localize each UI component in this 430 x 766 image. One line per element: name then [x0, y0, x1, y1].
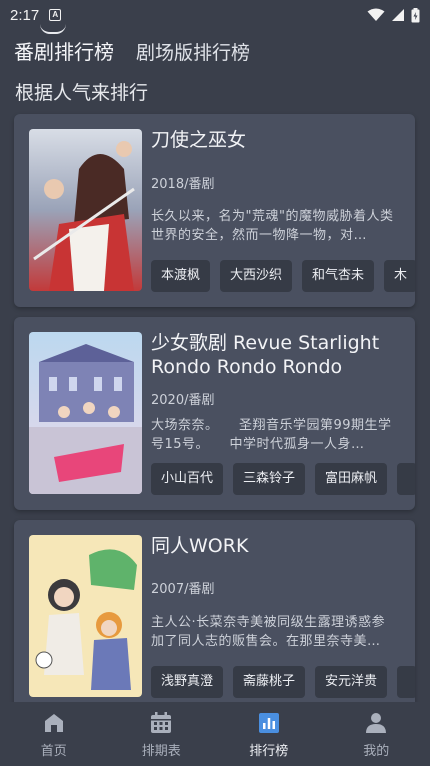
nav-home[interactable]: 首页	[0, 702, 108, 766]
nav-label: 排期表	[141, 744, 181, 759]
anime-title[interactable]: 刀使之巫女	[151, 128, 401, 152]
anime-year-type: 2020/番剧	[151, 393, 215, 408]
nav-schedule[interactable]: 排期表	[108, 702, 216, 766]
cast-list: 浅野真澄 斋藤桃子 安元洋贵	[151, 666, 415, 698]
cast-chip[interactable]: 三森铃子	[233, 463, 306, 495]
anime-title[interactable]: 同人WORK	[151, 534, 401, 558]
page-subtitle: 根据人气来排行	[15, 82, 149, 104]
nav-label: 首页	[40, 744, 67, 759]
anime-card[interactable]: 刀使之巫女 2018/番剧 长久以来，名为"荒魂"的魔物威胁着人类世界的安全，然…	[14, 114, 415, 307]
nav-profile[interactable]: 我的	[323, 702, 430, 766]
anime-card[interactable]: 少女歌剧 Revue Starlight Rondo Rondo Rondo 2…	[14, 317, 415, 510]
cast-chip[interactable]: 木	[384, 260, 415, 292]
ranking-tabs: 番剧排行榜 剧场版排行榜	[14, 36, 250, 65]
notification-icon: A	[49, 9, 62, 21]
nav-label: 排行榜	[249, 744, 289, 759]
anime-card[interactable]: 同人WORK 2007/番剧 主人公·长菜奈寺美被同级生露理诱惑参加了同人志的贩…	[14, 520, 415, 713]
cast-chip[interactable]: 安元洋贵	[315, 666, 388, 698]
cast-list: 小山百代 三森铃子 富田麻帆	[151, 463, 415, 495]
cast-chip[interactable]: 本渡枫	[151, 260, 211, 292]
cast-chip[interactable]	[397, 666, 415, 698]
cast-chip[interactable]: 富田麻帆	[315, 463, 388, 495]
cast-chip[interactable]	[397, 463, 415, 495]
nav-label: 我的	[363, 744, 390, 759]
cast-chip[interactable]: 大西沙织	[220, 260, 293, 292]
profile-icon	[363, 710, 389, 736]
battery-icon	[411, 7, 420, 22]
home-icon	[41, 710, 67, 736]
tab-anime-ranking[interactable]: 番剧排行榜	[14, 36, 114, 65]
tab-movie-ranking[interactable]: 剧场版排行榜	[136, 38, 250, 65]
signal-icon	[392, 9, 404, 21]
cast-list: 本渡枫 大西沙织 和气杏未 木	[151, 260, 415, 292]
anime-year-type: 2007/番剧	[151, 582, 215, 597]
wifi-icon	[367, 8, 385, 21]
anime-poster[interactable]	[29, 332, 142, 494]
anime-poster[interactable]	[29, 129, 142, 291]
ranking-icon	[256, 710, 282, 736]
status-time: 2:17	[10, 6, 40, 24]
nav-ranking[interactable]: 排行榜	[215, 702, 323, 766]
anime-year-type: 2018/番剧	[151, 177, 215, 192]
anime-title[interactable]: 少女歌剧 Revue Starlight Rondo Rondo Rondo	[151, 331, 401, 379]
cast-chip[interactable]: 斋藤桃子	[233, 666, 306, 698]
calendar-icon	[148, 710, 174, 736]
anime-description: 主人公·长菜奈寺美被同级生露理诱惑参加了同人志的贩售会。在那里奈寺美…	[151, 615, 386, 649]
anime-poster[interactable]	[29, 535, 142, 697]
cast-chip[interactable]: 浅野真澄	[151, 666, 224, 698]
cast-chip[interactable]: 和气杏未	[302, 260, 375, 292]
bottom-navigation: 首页 排期表 排行榜 我的	[0, 702, 430, 766]
tab-indicator	[40, 24, 66, 34]
cast-chip[interactable]: 小山百代	[151, 463, 224, 495]
anime-description: 长久以来，名为"荒魂"的魔物威胁着人类世界的安全，然而一物降一物，对…	[151, 209, 394, 243]
anime-description: 大场奈奈。 圣翔音乐学园第99期生学号15号。 中学时代孤身一人身…	[151, 418, 392, 452]
